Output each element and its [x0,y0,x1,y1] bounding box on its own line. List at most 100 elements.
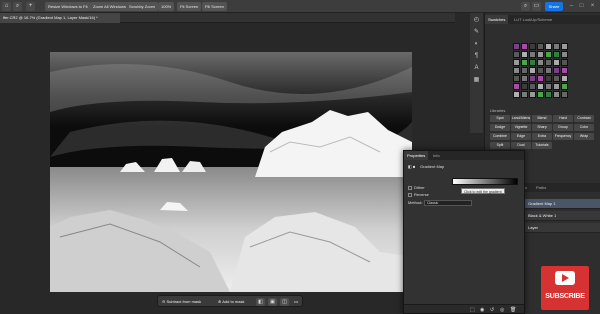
color-swatch[interactable] [553,75,560,82]
fit-screen-button[interactable]: Fit Screen [177,2,202,11]
adjustments-icon[interactable]: ◐ [473,41,480,48]
color-swatch[interactable] [561,67,568,74]
color-swatch[interactable] [553,43,560,50]
mask-options-icon[interactable]: ▣ [268,298,277,306]
tab-info[interactable]: Info [430,151,443,160]
color-swatch[interactable] [521,91,528,98]
color-swatch[interactable] [529,43,536,50]
color-swatch[interactable] [537,91,544,98]
delete-icon[interactable]: 🗑 [510,307,516,313]
color-swatch[interactable] [529,75,536,82]
layer-row[interactable]: Black & White 1 [525,211,600,221]
zoom-tool-icon[interactable]: ⌕ [13,2,22,11]
color-swatch[interactable] [545,43,552,50]
color-swatch[interactable] [553,51,560,58]
resize-windows-checkbox[interactable]: Resize Windows to Fit [45,2,91,11]
color-swatch[interactable] [521,43,528,50]
color-swatch[interactable] [521,51,528,58]
tab-paths[interactable]: Paths [533,183,549,192]
color-swatch[interactable] [521,59,528,66]
color-swatch[interactable] [513,51,520,58]
refine-mask-icon[interactable]: ◫ [280,298,289,306]
color-swatch[interactable] [561,75,568,82]
tab-swatches[interactable]: Swatches [485,15,509,24]
action-button[interactable]: Blend [532,115,552,122]
color-swatch[interactable] [537,51,544,58]
layer-row[interactable]: Gradient Map 1 [525,199,600,209]
action-button[interactable]: Sharp [532,124,552,131]
color-swatch[interactable] [545,83,552,90]
action-button[interactable]: Vignette [511,124,531,131]
action-button[interactable]: Combine [490,133,510,140]
more-options-button[interactable]: ••• [294,298,298,306]
tab-lut[interactable]: LUT LookUp/Scheme [511,15,555,24]
close-icon[interactable]: × [589,3,596,10]
reverse-checkbox[interactable] [408,193,412,197]
action-button[interactable]: Dual [511,142,531,149]
document-tab[interactable]: ffer.CR2 @ 16.7% (Gradient Map 1, Layer … [0,13,120,23]
color-swatch[interactable] [513,43,520,50]
method-select[interactable]: Classic [424,200,472,206]
dither-checkbox[interactable] [408,186,412,190]
color-swatch[interactable] [553,59,560,66]
tab-properties[interactable]: Properties [404,151,429,160]
color-swatch[interactable] [561,59,568,66]
color-swatch[interactable] [537,43,544,50]
workspace-icon[interactable]: ▭ [532,2,541,11]
color-swatch[interactable] [513,59,520,66]
action-button[interactable]: Spot [490,115,510,122]
layer-row[interactable]: Layer [525,223,600,233]
color-swatch[interactable] [537,75,544,82]
view-previous-icon[interactable]: ◉ [480,307,484,313]
clip-to-layer-icon[interactable]: ⬚ [470,307,475,313]
color-swatch[interactable] [513,75,520,82]
color-swatch[interactable] [561,43,568,50]
minimize-icon[interactable]: – [568,3,575,10]
brush-icon[interactable]: ✎ [473,29,480,36]
action-button[interactable]: Split [490,142,510,149]
color-swatch[interactable] [513,83,520,90]
color-swatch[interactable] [529,59,536,66]
character-icon[interactable]: A [473,65,480,72]
color-swatch[interactable] [529,67,536,74]
zoom-in-icon[interactable]: + [26,2,35,11]
color-swatch[interactable] [561,83,568,90]
color-swatch[interactable] [553,67,560,74]
color-swatch[interactable] [553,91,560,98]
action-button[interactable]: Contrast [574,115,594,122]
action-button[interactable]: Wrap [574,133,594,140]
action-button[interactable]: Extra [532,133,552,140]
color-swatch[interactable] [545,75,552,82]
home-icon[interactable]: ⌂ [2,2,11,11]
color-swatch[interactable] [513,67,520,74]
color-swatch[interactable] [545,51,552,58]
action-button[interactable]: Tutorials [532,142,552,149]
color-swatch[interactable] [529,91,536,98]
color-swatch[interactable] [553,83,560,90]
reset-icon[interactable]: ↺ [490,307,494,313]
history-icon[interactable]: ◴ [473,17,480,24]
paragraph-icon[interactable]: ¶ [473,53,480,60]
subtract-from-mask-button[interactable]: ⊖ Subtract from mask [162,298,201,306]
color-swatch[interactable] [521,67,528,74]
color-swatch[interactable] [521,83,528,90]
action-button[interactable]: Edge [511,133,531,140]
color-swatch[interactable] [513,91,520,98]
libraries-icon[interactable]: ▦ [473,77,480,84]
color-swatch[interactable] [561,51,568,58]
fill-screen-button[interactable]: Fill Screen [202,2,227,11]
invert-mask-icon[interactable]: ◧ [256,298,265,306]
zoom-all-windows-checkbox[interactable]: Zoom All Windows [90,2,129,11]
gradient-preview-bar[interactable] [452,178,518,185]
action-button[interactable]: Frequency [553,133,573,140]
document-canvas[interactable] [50,52,412,292]
color-swatch[interactable] [529,83,536,90]
color-swatch[interactable] [545,91,552,98]
color-swatch[interactable] [537,59,544,66]
action-button[interactable]: Color [574,124,594,131]
scrubby-zoom-checkbox[interactable]: Scrubby Zoom [126,2,159,11]
color-swatch[interactable] [561,91,568,98]
action-button[interactable]: Dodge [490,124,510,131]
color-swatch[interactable] [521,75,528,82]
action-button[interactable]: Group [553,124,573,131]
